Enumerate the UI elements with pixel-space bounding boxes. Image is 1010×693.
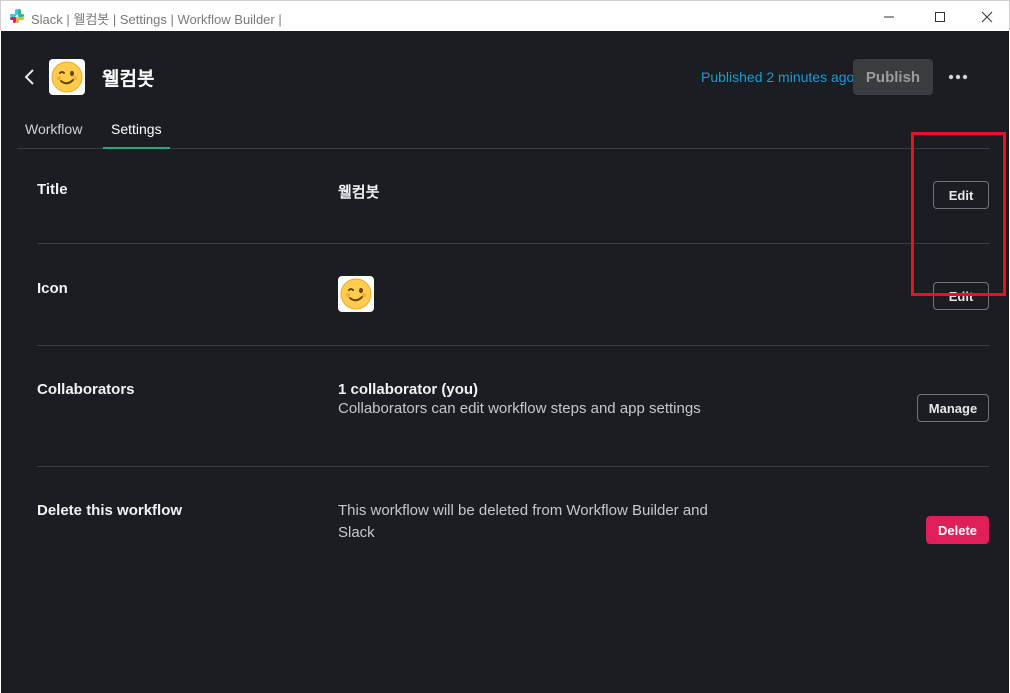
workflow-settings-panel: 웰컴봇 Published 2 minutes ago Publish Work…: [1, 31, 1009, 693]
delete-workflow-row: Delete this workflow This workflow will …: [37, 502, 989, 562]
chevron-left-icon: [24, 69, 34, 85]
maximize-button[interactable]: [917, 1, 963, 32]
settings-tabs: Workflow Settings: [17, 111, 989, 149]
publish-button[interactable]: Publish: [853, 59, 933, 95]
workflow-name: 웰컴봇: [102, 69, 155, 90]
delete-label: Delete this workflow: [37, 502, 183, 519]
minimize-button[interactable]: [866, 1, 912, 32]
back-button[interactable]: [19, 66, 39, 88]
slack-logo-icon: [10, 9, 24, 23]
collaborators-description: Collaborators can edit workflow steps an…: [338, 400, 701, 417]
tab-workflow[interactable]: Workflow: [25, 121, 82, 149]
published-status: Published 2 minutes ago: [701, 69, 855, 85]
title-setting-row: Title 웰컴봇 Edit: [37, 181, 989, 241]
icon-label: Icon: [37, 280, 68, 297]
divider: [37, 466, 989, 467]
divider: [37, 345, 989, 346]
title-value: 웰컴봇: [338, 184, 380, 201]
close-window-button[interactable]: [964, 1, 1010, 32]
workflow-icon: [49, 59, 85, 95]
collaborators-label: Collaborators: [37, 381, 135, 398]
window-title: Slack | 웰컴봇 | Settings | Workflow Builde…: [31, 12, 282, 27]
delete-description: This workflow will be deleted from Workf…: [338, 502, 708, 541]
maximize-icon: [935, 11, 945, 22]
close-icon: [981, 11, 993, 22]
collaborators-setting-row: Collaborators 1 collaborator (you) Colla…: [37, 381, 989, 441]
annotation-highlight-box: [911, 132, 1006, 296]
tab-settings[interactable]: Settings: [103, 121, 170, 149]
divider: [37, 243, 989, 244]
winking-face-icon: [340, 278, 372, 310]
ellipsis-icon: [948, 74, 968, 80]
minimize-icon: [884, 16, 894, 17]
collaborators-info: 1 collaborator (you) Collaborators can e…: [338, 381, 758, 420]
winking-face-icon: [51, 61, 83, 93]
manage-collaborators-button[interactable]: Manage: [917, 394, 989, 422]
workflow-icon-preview: [338, 276, 374, 312]
window-titlebar: Slack | 웰컴봇 | Settings | Workflow Builde…: [0, 0, 1010, 31]
title-label: Title: [37, 181, 68, 198]
more-options-button[interactable]: [943, 64, 973, 90]
collaborator-count: 1 collaborator (you): [338, 381, 479, 398]
icon-setting-row: Icon Edit: [37, 276, 989, 336]
delete-workflow-button[interactable]: Delete: [926, 516, 989, 544]
